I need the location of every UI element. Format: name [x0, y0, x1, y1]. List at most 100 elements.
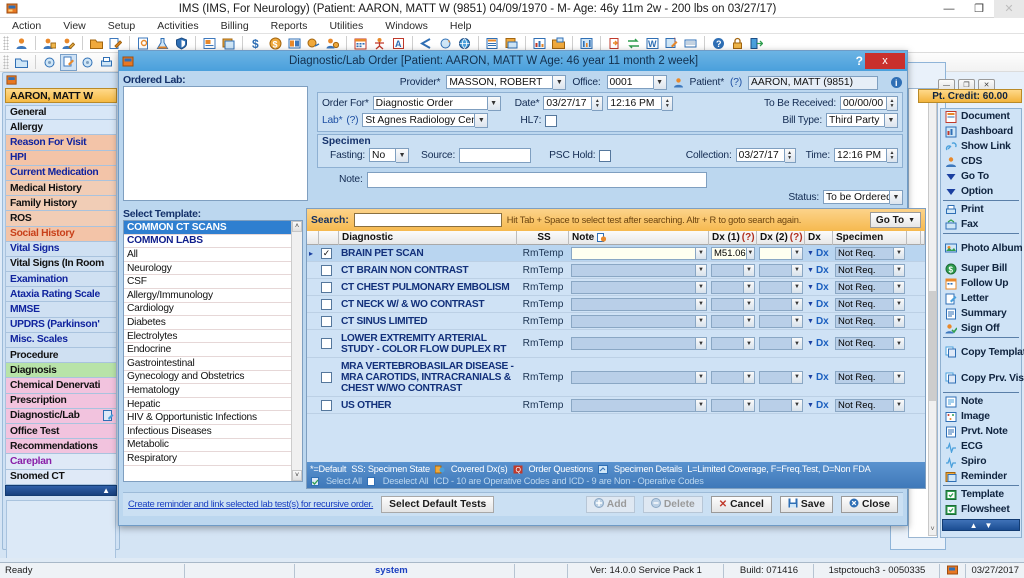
- bg-scroll-down-icon[interactable]: ˅: [929, 526, 936, 535]
- row-specimen-chevron-down-icon[interactable]: ▼: [894, 337, 905, 350]
- row-dx1-combo-value[interactable]: [711, 280, 744, 294]
- row-dx1-combo[interactable]: M51.06 ▼: [709, 246, 757, 260]
- template-item-gynecology-and-obstetrics[interactable]: Gynecology and Obstetrics: [124, 371, 291, 385]
- menu-item-activities[interactable]: Activities: [157, 20, 198, 32]
- row-note-combo[interactable]: ▼: [569, 337, 709, 350]
- bg-scroll-thumb[interactable]: [929, 291, 936, 401]
- row-dx2-combo[interactable]: ▼: [757, 398, 805, 412]
- close-button[interactable]: ✕: [994, 0, 1024, 18]
- circle2-icon[interactable]: [79, 54, 96, 71]
- action-item-go-to[interactable]: Go To: [941, 169, 1021, 184]
- circle-icon[interactable]: [41, 54, 58, 71]
- row-dx1-combo-chevron-down-icon[interactable]: ▼: [744, 297, 755, 311]
- row-specimen-value[interactable]: Not Req.: [835, 370, 894, 384]
- row-specimen-value[interactable]: Not Req.: [835, 398, 894, 412]
- date-value[interactable]: 03/27/17: [543, 96, 593, 110]
- row-dx-caret-icon[interactable]: ▼: [807, 318, 814, 325]
- edit-icon[interactable]: [60, 53, 77, 71]
- row-note-combo-chevron-down-icon[interactable]: ▼: [696, 398, 707, 412]
- row-dx2-combo-value[interactable]: [759, 314, 792, 328]
- row-specimen-value[interactable]: Not Req.: [835, 297, 894, 311]
- action-item-copy-prv-visit[interactable]: Copy Prv. Visit: [941, 365, 1024, 391]
- row-dx-badge[interactable]: ▼ Dx: [805, 282, 833, 293]
- patient-edit-icon[interactable]: [60, 35, 77, 52]
- edit-note-icon[interactable]: [107, 35, 124, 52]
- row-note-combo[interactable]: ▼: [569, 398, 709, 412]
- appointment-icon[interactable]: A: [390, 35, 407, 52]
- table-row[interactable]: LOWER EXTREMITY ARTERIAL STUDY - COLOR F…: [307, 330, 925, 358]
- template-item-cardiology[interactable]: Cardiology: [124, 303, 291, 317]
- search-input[interactable]: [353, 213, 502, 227]
- time-value[interactable]: 12:16 PM: [607, 96, 663, 110]
- row-dx1-combo[interactable]: ▼: [709, 280, 757, 294]
- sidebar-item-allergy[interactable]: Allergy: [5, 120, 117, 136]
- menu-item-billing[interactable]: Billing: [221, 20, 249, 32]
- sidebar-item-diagnosis[interactable]: Diagnosis: [5, 363, 117, 379]
- table-row[interactable]: MRA VERTEBROBASILAR DISEASE - MRA CAROTI…: [307, 358, 925, 397]
- row-specimen-combo[interactable]: Not Req. ▼: [833, 280, 907, 294]
- row-dx2-combo-value[interactable]: [759, 246, 792, 260]
- cancel-button[interactable]: ✕ Cancel: [710, 496, 772, 513]
- legend-deselect-all[interactable]: Deselect All: [383, 476, 429, 486]
- help-icon[interactable]: ?: [710, 35, 727, 52]
- row-dx-caret-icon[interactable]: ▼: [807, 301, 814, 308]
- column-dx2[interactable]: Dx (2) (?): [757, 230, 805, 245]
- row-dx2-combo-chevron-down-icon[interactable]: ▼: [792, 280, 803, 294]
- row-specimen-combo[interactable]: Not Req. ▼: [833, 246, 907, 260]
- analytics-icon[interactable]: [578, 35, 595, 52]
- row-specimen-combo[interactable]: Not Req. ▼: [833, 337, 907, 350]
- open-folder-icon[interactable]: [88, 35, 105, 52]
- row-specimen-chevron-down-icon[interactable]: ▼: [894, 314, 905, 328]
- globe-icon[interactable]: [456, 35, 473, 52]
- menu-item-utilities[interactable]: Utilities: [329, 20, 363, 32]
- provider-value[interactable]: MASSON, ROBERT: [446, 75, 554, 89]
- table-row[interactable]: US OTHER RmTemp ▼ ▼ ▼ ▼ Dx Not Req. ▼: [307, 397, 925, 414]
- row-dx-caret-icon[interactable]: ▼: [807, 374, 814, 381]
- row-dx-badge[interactable]: ▼ Dx: [805, 372, 833, 383]
- dollar-icon[interactable]: $: [248, 35, 265, 52]
- calendar-icon[interactable]: [352, 35, 369, 52]
- action-item-document[interactable]: Document: [941, 109, 1021, 124]
- row-dx1-combo[interactable]: ▼: [709, 398, 757, 412]
- action-item-follow-up[interactable]: Follow Up: [941, 276, 1021, 291]
- template-item-csf[interactable]: CSF: [124, 275, 291, 289]
- note-input[interactable]: [366, 171, 707, 188]
- row-note-combo-value[interactable]: [571, 398, 696, 412]
- report-print-icon[interactable]: [503, 35, 520, 52]
- row-dx1-combo-chevron-down-icon[interactable]: ▼: [744, 263, 755, 277]
- table-row[interactable]: CT SINUS LIMITED RmTemp ▼ ▼ ▼ ▼ Dx Not Req. ▼: [307, 313, 925, 330]
- specimen-time-spinner[interactable]: 12:16 PM ▲ ▼: [834, 148, 898, 163]
- row-dx2-combo[interactable]: ▼: [757, 263, 805, 277]
- select-all-icon[interactable]: [310, 476, 321, 486]
- to-be-received-stepper-icon[interactable]: ▲ ▼: [887, 96, 898, 111]
- row-note-combo-value[interactable]: [571, 280, 696, 294]
- row-specimen-chevron-down-icon[interactable]: ▼: [894, 398, 905, 412]
- row-dx2-combo[interactable]: ▼: [757, 297, 805, 311]
- row-dx1-combo-value[interactable]: [711, 297, 744, 311]
- row-note-combo-chevron-down-icon[interactable]: ▼: [696, 263, 707, 277]
- menu-item-action[interactable]: Action: [12, 20, 41, 32]
- row-diagnostic-name[interactable]: CT NECK W/ & WO CONTRAST: [339, 299, 517, 310]
- background-scrollbar[interactable]: ˄ ˅: [928, 90, 937, 536]
- row-note-combo[interactable]: ▼: [569, 297, 709, 311]
- row-diagnostic-name[interactable]: CT BRAIN NON CONTRAST: [339, 265, 517, 276]
- action-item-copy-template[interactable]: Copy Template: [941, 339, 1024, 365]
- sidebar-item-prescription[interactable]: Prescription: [5, 393, 117, 409]
- select-default-tests-button[interactable]: Select Default Tests: [381, 496, 495, 513]
- folder-open-icon[interactable]: [550, 35, 567, 52]
- row-note-combo[interactable]: ▼: [569, 314, 709, 328]
- action-item-template[interactable]: Template: [941, 487, 1021, 502]
- refresh-icon[interactable]: [437, 35, 454, 52]
- row-dx1-combo-chevron-down-icon[interactable]: ▼: [744, 370, 755, 384]
- to-be-received-spinner[interactable]: 00/00/00 ▲ ▼: [840, 96, 898, 111]
- row-specimen-chevron-down-icon[interactable]: ▼: [894, 246, 905, 260]
- row-note-combo-chevron-down-icon[interactable]: ▼: [696, 297, 707, 311]
- sidebar-item-procedure[interactable]: Procedure: [5, 348, 117, 364]
- sidebar-item-ataxia-rating-scale[interactable]: Ataxia Rating Scale: [5, 287, 117, 303]
- row-diagnostic-name[interactable]: MRA VERTEBROBASILAR DISEASE - MRA CAROTI…: [339, 361, 517, 394]
- row-dx-badge[interactable]: ▼ Dx: [805, 265, 833, 276]
- template-item-electrolytes[interactable]: Electrolytes: [124, 330, 291, 344]
- row-note-combo-value[interactable]: [571, 297, 696, 311]
- deselect-all-icon[interactable]: [367, 476, 378, 486]
- provider-combo[interactable]: MASSON, ROBERT ▼: [446, 75, 567, 90]
